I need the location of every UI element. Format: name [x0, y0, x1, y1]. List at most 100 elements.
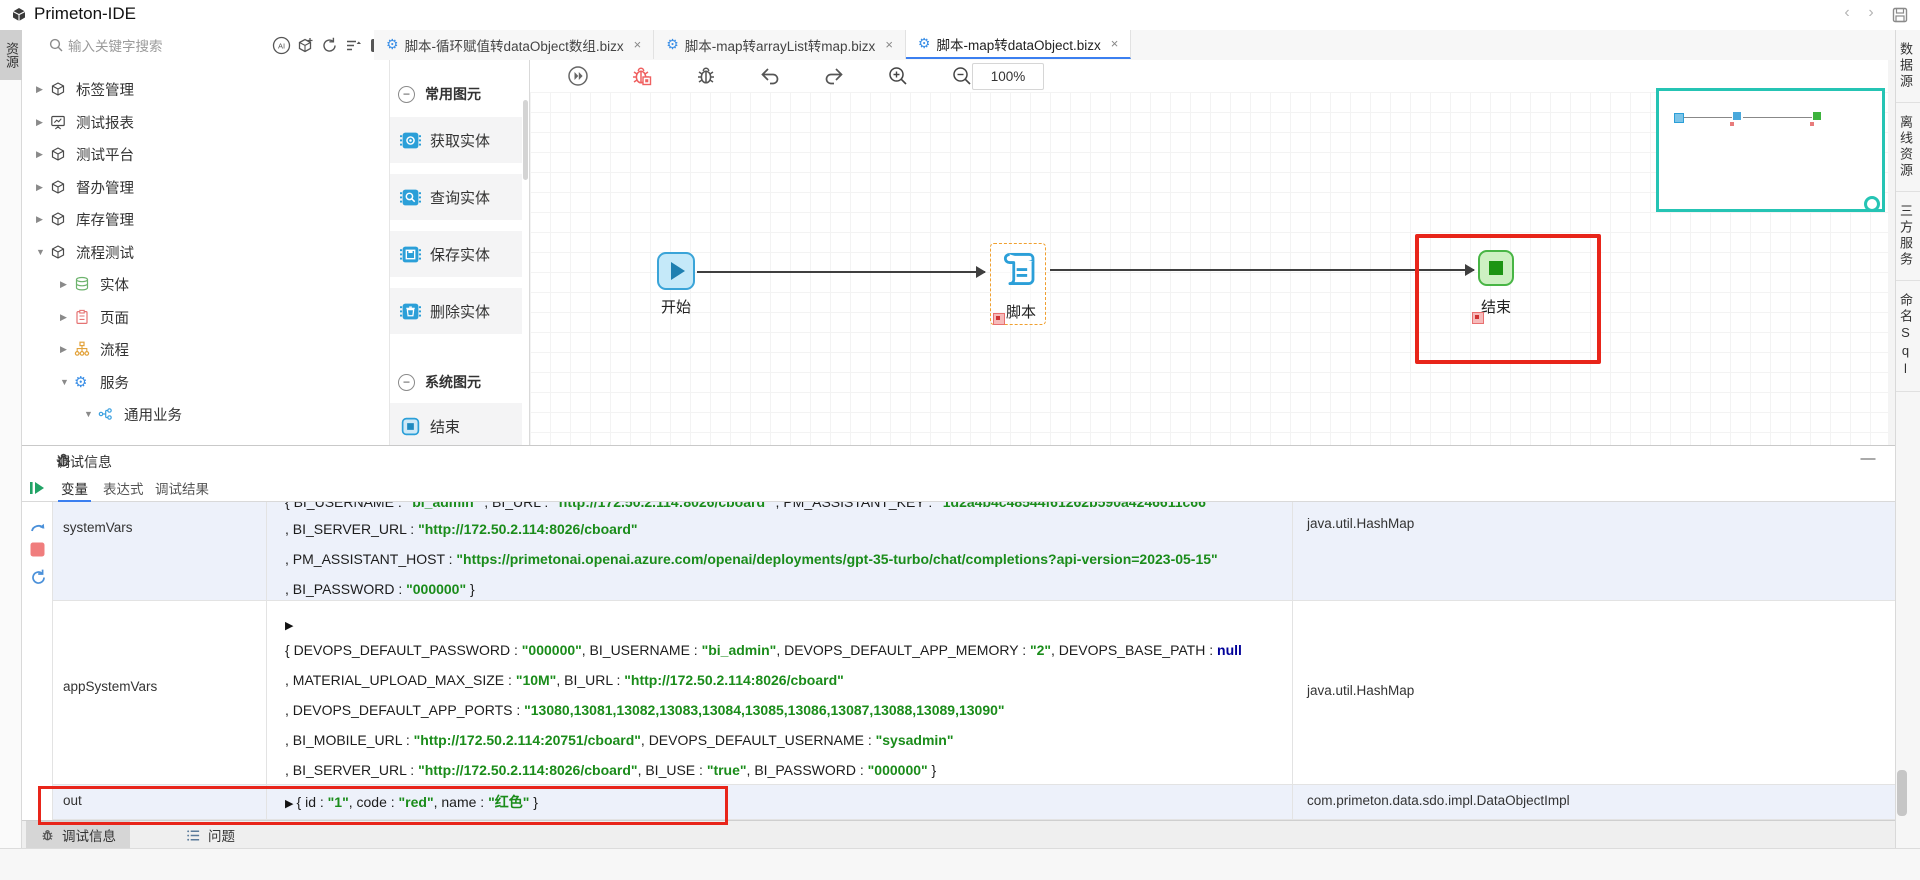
status-bar: 断点添加成功	[0, 848, 1920, 880]
key-text: , DEVOPS_DEFAULT_USERNAME :	[641, 732, 876, 748]
bottom-tab-问题[interactable]: 问题	[172, 821, 249, 849]
palette-item-查询实体[interactable]: 查询实体	[390, 174, 522, 220]
tree-item-流程测试[interactable]: ▼流程测试	[36, 239, 134, 265]
chevron-right-icon[interactable]: ▶	[60, 312, 74, 323]
tree-item-通用业务[interactable]: ▼通用业务	[84, 401, 182, 427]
minimap-end-breakpoint	[1810, 122, 1814, 126]
zoom-out-icon[interactable]	[950, 64, 974, 88]
zoom-in-icon[interactable]	[886, 64, 910, 88]
variable-row-appSystemVars[interactable]: appSystemVars▶{ DEVOPS_DEFAULT_PASSWORD …	[53, 601, 1895, 785]
right-strip-tab-2[interactable]: 三方服务	[1896, 192, 1920, 281]
debug-scrollbar-thumb[interactable]	[1897, 770, 1907, 816]
annotation-rect-out-row	[38, 786, 728, 825]
debug-tab-调试结果[interactable]: 调试结果	[152, 479, 212, 500]
bottom-tab-label: 问题	[208, 825, 235, 845]
key-text: , BI_USERNAME :	[582, 642, 702, 658]
refresh-icon[interactable]	[320, 36, 339, 55]
undo-icon[interactable]	[758, 64, 782, 88]
tree-item-测试报表[interactable]: ▶测试报表	[36, 109, 134, 135]
edge-script-to-end[interactable]	[1050, 269, 1474, 271]
entity-get-icon	[400, 130, 421, 151]
right-strip-tab-1[interactable]: 离线资源	[1896, 103, 1920, 192]
stop-icon[interactable]	[30, 542, 45, 562]
chevron-right-icon[interactable]: ▶	[36, 149, 50, 160]
bizx-gear-icon: ⚙	[386, 36, 399, 53]
tree-item-标签管理[interactable]: ▶ 标签管理	[36, 76, 134, 102]
chevron-right-icon[interactable]: ▶	[60, 279, 74, 290]
close-tab-icon[interactable]: ×	[634, 37, 642, 52]
debug-tab-表达式[interactable]: 表达式	[100, 479, 147, 500]
chevron-down-icon[interactable]: ▼	[60, 377, 74, 387]
palette-item-删除实体[interactable]: 删除实体	[390, 288, 522, 334]
right-strip-tab-0[interactable]: 数据源	[1896, 30, 1920, 103]
tree-item-实体[interactable]: ▶实体	[60, 271, 129, 297]
right-strip-tab-3[interactable]: 命名Sql	[1896, 281, 1920, 392]
resources-strip-tab[interactable]: 资源	[0, 30, 22, 80]
stop-debug-icon[interactable]	[630, 64, 654, 88]
save-icon[interactable]	[1892, 7, 1908, 28]
key-text: , PM_ASSISTANT_KEY :	[772, 502, 936, 510]
tree-item-页面[interactable]: ▶页面	[60, 304, 129, 330]
tree-item-督办管理[interactable]: ▶督办管理	[36, 174, 134, 200]
minimap[interactable]	[1656, 88, 1885, 212]
collapse-icon[interactable]: −	[398, 374, 415, 391]
rerun-icon[interactable]	[29, 568, 48, 592]
new-package-icon[interactable]	[296, 36, 315, 55]
edge-start-to-script[interactable]	[697, 271, 985, 273]
primeton-ide-window: Primeton-IDE ‹ › 资源 AI a ⚙脚本-循环赋值转dataOb…	[0, 0, 1920, 880]
tree-item-label: 服务	[100, 372, 129, 393]
start-node[interactable]	[657, 252, 695, 290]
tree-item-label: 标签管理	[76, 79, 134, 100]
palette-item-获取实体[interactable]: 获取实体	[390, 117, 522, 163]
debug-icon[interactable]	[694, 64, 718, 88]
sort-filter-icon[interactable]	[344, 36, 363, 55]
variable-row-systemVars[interactable]: systemVars{ BI_USERNAME : "bi_admin" , B…	[53, 502, 1895, 601]
tree-item-测试平台[interactable]: ▶测试平台	[36, 141, 134, 167]
nav-back-icon[interactable]: ‹	[1838, 4, 1856, 22]
chevron-right-icon[interactable]: ▶	[36, 214, 50, 225]
chevron-down-icon[interactable]: ▼	[84, 409, 98, 419]
editor-tab-0[interactable]: ⚙脚本-循环赋值转dataObject数组.bizx×	[374, 30, 654, 59]
expander-icon[interactable]: ▶	[285, 620, 293, 632]
minimap-resize-handle[interactable]	[1864, 196, 1880, 212]
palette-item-结束[interactable]: 结束	[390, 403, 522, 445]
resume-icon[interactable]	[28, 479, 46, 502]
script-breakpoint-marker[interactable]	[993, 313, 1005, 325]
minimize-panel-icon[interactable]: —	[1858, 450, 1878, 467]
chevron-right-icon[interactable]: ▶	[36, 117, 50, 128]
package-icon	[50, 211, 70, 227]
package-icon	[50, 179, 70, 195]
title-bar: Primeton-IDE ‹ ›	[0, 0, 1920, 31]
key-text: , BI_URL :	[480, 502, 552, 510]
bottom-tab-调试信息[interactable]: 调试信息	[26, 821, 130, 849]
editor-tab-2[interactable]: ⚙脚本-map转dataObject.bizx×	[906, 30, 1131, 59]
zoom-level-box[interactable]: 100%	[972, 63, 1044, 90]
chevron-down-icon[interactable]: ▼	[36, 247, 50, 257]
chevron-right-icon[interactable]: ▶	[36, 182, 50, 193]
end-breakpoint-marker[interactable]	[1472, 312, 1484, 324]
tree-item-库存管理[interactable]: ▶库存管理	[36, 206, 134, 232]
collapse-icon[interactable]: −	[398, 86, 415, 103]
chevron-right-icon[interactable]: ▶	[60, 344, 74, 355]
tree-item-服务[interactable]: ▼⚙服务	[60, 369, 129, 395]
end-node[interactable]	[1478, 250, 1514, 286]
canvas-scrollbar[interactable]	[1888, 60, 1895, 445]
chevron-right-icon[interactable]: ▶	[36, 84, 50, 95]
palette-group-header[interactable]: −常用图元	[398, 84, 481, 104]
debug-tab-变量[interactable]: 变量	[58, 479, 91, 502]
close-tab-icon[interactable]: ×	[885, 37, 893, 52]
run-icon[interactable]	[566, 64, 590, 88]
script-node-icon[interactable]	[998, 248, 1040, 295]
string-value: "000000"	[522, 642, 582, 658]
palette-group-header[interactable]: −系统图元	[398, 372, 481, 392]
tree-item-流程[interactable]: ▶流程	[60, 336, 129, 362]
redo-icon[interactable]	[822, 64, 846, 88]
editor-tab-1[interactable]: ⚙脚本-map转arrayList转map.bizx×	[654, 30, 906, 59]
close-tab-icon[interactable]: ×	[1111, 36, 1119, 51]
search-input[interactable]	[66, 34, 270, 58]
step-over-icon[interactable]	[29, 518, 48, 542]
nav-forward-icon[interactable]: ›	[1862, 4, 1880, 22]
palette-item-保存实体[interactable]: 保存实体	[390, 231, 522, 277]
palette-scrollbar[interactable]	[523, 100, 528, 180]
ai-assistant-icon[interactable]: AI	[272, 36, 291, 55]
